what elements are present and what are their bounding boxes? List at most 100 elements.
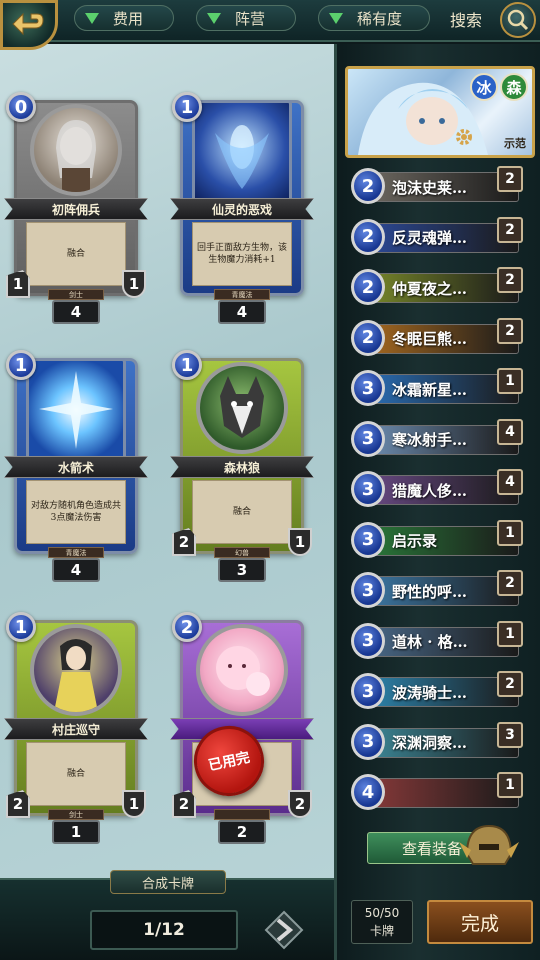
deck-card-name: 冬眠巨熊… bbox=[363, 323, 519, 354]
deck-card-quantity: 1 bbox=[497, 368, 523, 394]
craft-card-button[interactable]: 合成卡牌 bbox=[110, 870, 226, 894]
card-name: 仙灵的恶戏 bbox=[170, 198, 314, 220]
deck-card-name: 深渊洞察… bbox=[363, 727, 519, 758]
deck-card-cost: 2 bbox=[351, 269, 385, 305]
deck-card-name: 启示录 bbox=[363, 525, 519, 556]
collection-card[interactable]: 初阵佣兵 融合 剑士 0 1 1 4 bbox=[4, 92, 148, 324]
card-attack: 1 bbox=[6, 270, 30, 298]
card-text: 对敌方随机角色造成共3点魔法伤害 bbox=[26, 480, 126, 544]
collection-card[interactable]: 森林狼 融合 幻兽 1 2 1 3 bbox=[170, 350, 314, 582]
card-art bbox=[26, 358, 126, 462]
dropdown-triangle-icon bbox=[207, 12, 221, 24]
deck-card-cost: 4 bbox=[351, 774, 385, 810]
card-owned-count: 3 bbox=[218, 558, 266, 582]
back-arrow-icon bbox=[12, 12, 44, 36]
deck-card-row[interactable]: 野性的呼… 3 2 bbox=[351, 570, 523, 610]
card-type: 幻兽 bbox=[214, 547, 270, 558]
card-art bbox=[192, 100, 292, 204]
card-cost: 1 bbox=[6, 350, 36, 380]
next-page-button[interactable] bbox=[262, 908, 306, 952]
collection-card[interactable]: 村庄巡守 融合 剑士 1 2 1 1 bbox=[4, 612, 148, 844]
deck-card-quantity: 2 bbox=[497, 671, 523, 697]
card-name: 水箭术 bbox=[4, 456, 148, 478]
deck-card-cost: 3 bbox=[351, 723, 385, 760]
card-collection-area: 初阵佣兵 融合 剑士 0 1 1 4 仙灵的恶戏 回手正面敌方生物，该生物魔力消… bbox=[0, 44, 334, 882]
cost-filter-label: 费用 bbox=[113, 9, 144, 28]
card-attack: 2 bbox=[6, 790, 30, 818]
helmet-icon bbox=[457, 820, 521, 876]
card-cost: 2 bbox=[172, 612, 202, 642]
deck-panel: 冰 森 示范 泡沫史莱… 2 2 反灵魂弹… 2 2 仲夏夜之… 2 2 冬眠巨熊… 2 2 冰霜新星…… bbox=[334, 44, 540, 960]
card-owned-count: 4 bbox=[52, 300, 100, 324]
faction-filter-label: 阵营 bbox=[235, 9, 266, 28]
hero-name: 示范 bbox=[504, 137, 526, 150]
back-button[interactable] bbox=[0, 0, 58, 50]
deck-card-row[interactable]: 反灵魂弹… 2 2 bbox=[351, 216, 523, 257]
card-cost: 1 bbox=[172, 92, 202, 122]
done-button[interactable]: 完成 bbox=[427, 900, 533, 944]
search-label: 搜索 bbox=[450, 11, 483, 30]
gear-icon[interactable] bbox=[452, 125, 476, 149]
deck-card-row[interactable]: 深渊洞察… 3 3 bbox=[351, 721, 523, 762]
deck-card-row[interactable]: 41 bbox=[351, 772, 523, 812]
bottom-bar: 合成卡牌 1/12 bbox=[0, 870, 334, 960]
card-name: 初阵佣兵 bbox=[4, 198, 148, 220]
card-text: 融合 bbox=[26, 222, 126, 286]
card-type: 剑士 bbox=[48, 289, 104, 300]
deck-card-row[interactable]: 冬眠巨熊… 2 2 bbox=[351, 317, 523, 358]
deck-card-row[interactable]: 仲夏夜之… 2 2 bbox=[351, 267, 523, 307]
deck-card-cost: 3 bbox=[351, 673, 385, 709]
card-text: 回手正面敌方生物，该生物魔力消耗+1 bbox=[192, 222, 292, 286]
rarity-filter-button[interactable]: 稀有度 bbox=[318, 5, 430, 31]
deck-card-quantity: 1 bbox=[497, 772, 523, 798]
search-button[interactable]: 搜索 bbox=[436, 2, 536, 38]
card-name: 村庄巡守 bbox=[4, 718, 148, 740]
collection-card[interactable]: 2 2 2 2 已用完 bbox=[170, 612, 314, 844]
card-name: 森林狼 bbox=[170, 456, 314, 478]
card-health: 1 bbox=[122, 790, 146, 818]
deck-card-quantity: 2 bbox=[497, 166, 523, 192]
card-owned-count: 4 bbox=[218, 300, 266, 324]
deck-card-row[interactable]: 冰霜新星… 3 1 bbox=[351, 368, 523, 408]
deck-card-count: 50/50 卡牌 bbox=[351, 900, 413, 944]
deck-card-row[interactable]: 寒冰射手… 3 4 bbox=[351, 418, 523, 459]
deck-card-row[interactable]: 猎魔人侈… 3 4 bbox=[351, 469, 523, 509]
dropdown-triangle-icon bbox=[85, 12, 99, 24]
deck-card-quantity: 2 bbox=[497, 317, 523, 344]
deck-card-cost: 2 bbox=[351, 319, 385, 356]
card-type: 青魔法 bbox=[214, 289, 270, 300]
water-element-badge: 冰 bbox=[470, 73, 498, 101]
deck-card-cost: 3 bbox=[351, 521, 385, 558]
deck-card-name: 野性的呼… bbox=[363, 576, 519, 606]
deck-card-name: 反灵魂弹… bbox=[363, 222, 519, 253]
deck-card-name: 波涛骑士… bbox=[363, 677, 519, 707]
deck-card-name: 寒冰射手… bbox=[363, 424, 519, 455]
deck-card-quantity: 1 bbox=[497, 620, 523, 647]
hero-portrait[interactable]: 冰 森 示范 bbox=[345, 66, 535, 158]
deck-count-label: 卡牌 bbox=[369, 924, 394, 938]
card-art bbox=[196, 362, 288, 454]
card-cost: 1 bbox=[6, 612, 36, 642]
card-owned-count: 1 bbox=[52, 820, 100, 844]
faction-filter-button[interactable]: 阵营 bbox=[196, 5, 296, 31]
deck-card-quantity: 3 bbox=[497, 721, 523, 748]
rarity-filter-label: 稀有度 bbox=[357, 9, 403, 28]
deck-card-name: 冰霜新星… bbox=[363, 374, 519, 404]
top-bar: 费用 阵营 稀有度 搜索 bbox=[0, 0, 540, 42]
page-indicator: 1/12 bbox=[90, 910, 238, 950]
deck-card-row[interactable]: 泡沫史莱… 2 2 bbox=[351, 166, 523, 206]
deck-card-row[interactable]: 启示录 3 1 bbox=[351, 519, 523, 560]
deck-card-quantity: 2 bbox=[497, 570, 523, 596]
deck-card-name: 仲夏夜之… bbox=[363, 273, 519, 303]
cost-filter-button[interactable]: 费用 bbox=[74, 5, 174, 31]
deck-card-row[interactable]: 波涛骑士… 3 2 bbox=[351, 671, 523, 711]
card-health: 2 bbox=[288, 790, 312, 818]
collection-card[interactable]: 仙灵的恶戏 回手正面敌方生物，该生物魔力消耗+1 青魔法 1 4 bbox=[170, 92, 314, 324]
card-text: 融合 bbox=[192, 480, 292, 544]
card-type: 剑士 bbox=[48, 809, 104, 820]
collection-card[interactable]: 水箭术 对敌方随机角色造成共3点魔法伤害 青魔法 1 4 bbox=[4, 350, 148, 582]
card-owned-count: 4 bbox=[52, 558, 100, 582]
deck-card-quantity: 1 bbox=[497, 519, 523, 546]
card-art bbox=[30, 104, 122, 196]
deck-card-row[interactable]: 道林 · 格… 3 1 bbox=[351, 620, 523, 661]
